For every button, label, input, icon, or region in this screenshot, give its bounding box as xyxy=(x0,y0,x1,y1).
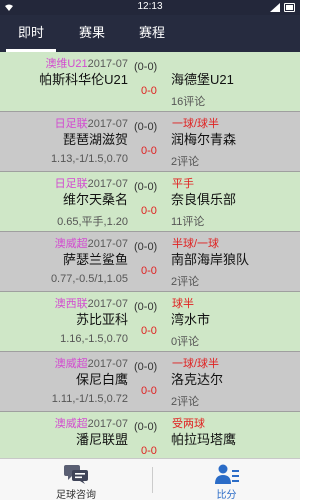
half-time-score: (0-0) xyxy=(134,121,158,133)
half-time-score: (0-0) xyxy=(134,301,158,313)
match-row[interactable]: 澳维U212017-07 帕斯科华伦U21 (0-0) 0-0 海德堡U21 1… xyxy=(0,52,300,112)
half-time-score: (0-0) xyxy=(134,241,158,253)
home-team: 琵琶湖滋贺 xyxy=(62,132,128,147)
comment-count: 16评论 xyxy=(171,96,206,108)
tab-schedule-label: 赛程 xyxy=(138,25,165,40)
away-team: 湾水市 xyxy=(171,312,211,327)
match-score: 0-0 xyxy=(141,205,157,217)
home-team: 潘尼联盟 xyxy=(75,432,128,447)
match-list: 澳维U212017-07 帕斯科华伦U21 (0-0) 0-0 海德堡U21 1… xyxy=(0,52,300,458)
half-time-score: (0-0) xyxy=(134,421,158,433)
match-odds: 1.11,-1/1.5,0.72 xyxy=(51,393,128,405)
status-time: 12:13 xyxy=(137,1,163,12)
tab-live-label: 即时 xyxy=(17,25,44,40)
away-team: 帕拉玛塔鹰 xyxy=(171,432,237,447)
match-row[interactable]: 澳威超2017-07 保尼白鹰 1.11,-1/1.5,0.72 (0-0) 0… xyxy=(0,352,300,412)
match-odds: 0.65,平手,1.20 xyxy=(57,216,128,228)
half-time-score: (0-0) xyxy=(134,181,158,193)
match-odds: 1.13,-1/1.5,0.70 xyxy=(50,153,128,165)
nav-football-news[interactable]: 足球咨询 xyxy=(0,459,152,500)
nav-scores-label: 比分 xyxy=(216,490,237,500)
match-row[interactable]: 日足联2017-07 维尔天桑名 0.65,平手,1.20 (0-0) 0-0 … xyxy=(0,172,300,232)
tab-live[interactable]: 即时 xyxy=(0,15,62,52)
away-team: 润梅尔青森 xyxy=(171,132,237,147)
tab-schedule[interactable]: 赛程 xyxy=(122,15,182,52)
comment-count: 2评论 xyxy=(171,396,200,408)
home-team: 保尼白鹰 xyxy=(75,372,128,387)
comment-count: 2评论 xyxy=(171,276,200,288)
bottom-nav: 足球咨询 比分 xyxy=(0,458,300,500)
home-team: 帕斯科华伦U21 xyxy=(39,72,128,87)
match-score: 0-0 xyxy=(141,85,157,97)
status-bar: 12:13 xyxy=(0,0,300,15)
match-row[interactable]: 日足联2017-07 琵琶湖滋贺 1.13,-1/1.5,0.70 (0-0) … xyxy=(0,112,300,172)
home-team: 萨瑟兰鲨鱼 xyxy=(62,252,128,267)
nav-scores[interactable]: 比分 xyxy=(153,459,300,500)
match-row[interactable]: 澳威超2017-07 潘尼联盟 (0-0) 0-0 受两球 帕拉玛塔鹰 xyxy=(0,412,300,458)
home-team: 维尔天桑名 xyxy=(62,192,128,207)
match-row[interactable]: 澳西联2017-07 苏比亚科 1.16,-1.5,0.70 (0-0) 0-0… xyxy=(0,292,300,352)
tab-results-label: 赛果 xyxy=(78,25,105,40)
match-score: 0-0 xyxy=(141,325,157,337)
chat-bubbles-icon xyxy=(64,465,88,484)
away-team: 南部海岸狼队 xyxy=(171,252,250,267)
match-score: 0-0 xyxy=(141,385,157,397)
person-list-icon xyxy=(214,464,239,484)
half-time-score: (0-0) xyxy=(134,361,158,373)
comment-count: 2评论 xyxy=(171,156,200,168)
match-score: 0-0 xyxy=(141,265,157,277)
comment-count: 11评论 xyxy=(171,216,205,228)
away-team: 海德堡U21 xyxy=(171,72,234,87)
battery-icon xyxy=(284,3,295,12)
nav-football-news-label: 足球咨询 xyxy=(56,490,96,500)
signal-icon xyxy=(270,3,280,12)
half-time-score: (0-0) xyxy=(134,61,158,73)
match-odds: 0.77,-0.5/1,1.05 xyxy=(50,273,128,285)
match-odds: 1.16,-1.5,0.70 xyxy=(60,333,128,345)
tab-results[interactable]: 赛果 xyxy=(62,15,122,52)
match-row[interactable]: 澳威超2017-07 萨瑟兰鲨鱼 0.77,-0.5/1,1.05 (0-0) … xyxy=(0,232,300,292)
tab-bar: 即时 赛果 赛程 xyxy=(0,15,300,52)
comment-count: 0评论 xyxy=(171,336,200,348)
away-team: 奈良俱乐部 xyxy=(171,192,237,207)
match-score: 0-0 xyxy=(141,145,157,157)
match-score: 0-0 xyxy=(141,445,157,457)
home-team: 苏比亚科 xyxy=(75,312,128,327)
away-team: 洛克达尔 xyxy=(171,372,224,387)
